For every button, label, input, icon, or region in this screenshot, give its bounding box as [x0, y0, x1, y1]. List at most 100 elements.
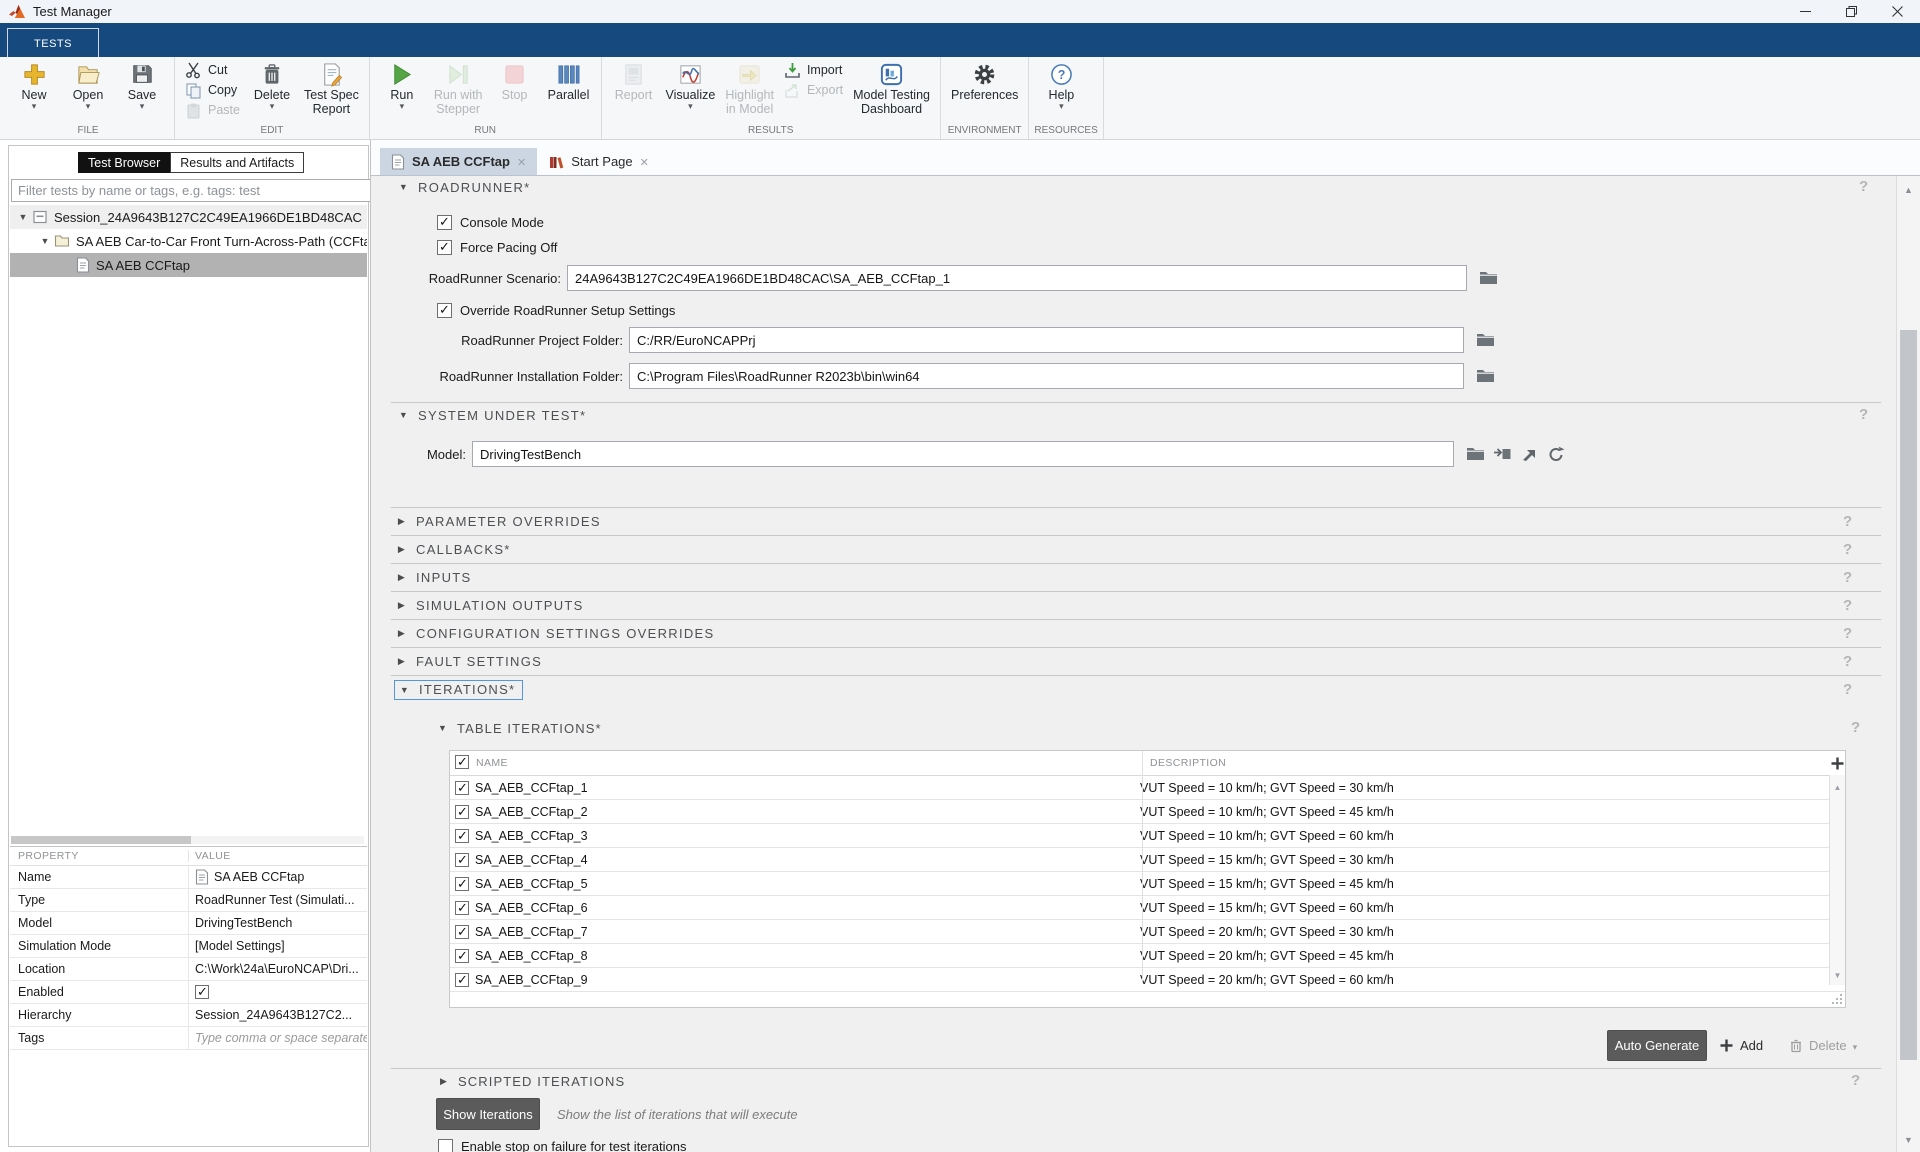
toolbar-button[interactable]: ? Help — [1034, 57, 1088, 111]
collapse-icon[interactable] — [398, 685, 412, 695]
browse-model-button[interactable] — [1464, 444, 1486, 464]
add-column-button[interactable] — [1830, 755, 1844, 771]
open-model-button[interactable] — [1518, 444, 1540, 464]
install-folder-field[interactable]: C:\Program Files\RoadRunner R2023b\bin\w… — [629, 363, 1464, 389]
iteration-row[interactable]: SA_AEB_CCFtap_2 VUT Speed = 10 km/h; GVT… — [450, 800, 1845, 824]
table-scrollbar[interactable] — [1829, 775, 1845, 985]
tree-item[interactable]: SA AEB CCFtap — [10, 253, 367, 277]
section-roadrunner[interactable]: ROADRUNNER* — [397, 178, 531, 196]
expand-icon[interactable] — [395, 628, 409, 639]
expand-icon[interactable] — [395, 544, 409, 555]
browse-folder-button[interactable] — [1474, 366, 1496, 386]
help-icon[interactable] — [1843, 597, 1857, 615]
browse-folder-button[interactable] — [1474, 330, 1496, 350]
tree-scrollbar-thumb[interactable] — [11, 836, 191, 844]
section-scripted-iterations[interactable]: SCRIPTED ITERATIONS — [437, 1072, 625, 1090]
section-header[interactable]: PARAMETER OVERRIDES — [391, 508, 1881, 536]
property-row[interactable]: Name SA AEB CCFtap — [10, 866, 367, 889]
toolbar-button[interactable]: Model Testing Dashboard — [848, 57, 935, 116]
collapse-icon[interactable] — [436, 723, 450, 733]
toolbar-button[interactable]: Paste — [180, 100, 245, 120]
toolbar-button[interactable]: Report — [607, 57, 661, 102]
collapse-icon[interactable] — [397, 410, 411, 420]
show-iterations-button[interactable]: Show Iterations — [436, 1098, 540, 1130]
stop-on-failure-checkbox[interactable] — [438, 1139, 453, 1152]
enabled-checkbox[interactable] — [195, 985, 209, 999]
table-resize-grip[interactable] — [1831, 993, 1843, 1005]
add-iteration-button[interactable]: Add — [1719, 1030, 1763, 1061]
iteration-checkbox[interactable] — [455, 805, 469, 819]
filter-input[interactable] — [11, 179, 377, 202]
help-icon[interactable] — [1851, 719, 1865, 737]
iteration-checkbox[interactable] — [455, 925, 469, 939]
use-current-model-button[interactable] — [1491, 444, 1513, 464]
minimize-button[interactable] — [1782, 0, 1828, 23]
tab-sa-aeb-ccftap[interactable]: SA AEB CCFtap — [380, 148, 537, 175]
scroll-down-icon[interactable] — [1830, 965, 1845, 983]
browse-folder-button[interactable] — [1477, 268, 1499, 288]
console-mode-checkbox[interactable] — [437, 215, 452, 230]
tree-horizontal-scrollbar[interactable] — [11, 836, 364, 844]
section-header[interactable]: CALLBACKS* — [391, 536, 1881, 564]
tab-close-icon[interactable] — [517, 154, 526, 169]
tree-expander-icon[interactable] — [16, 212, 30, 222]
override-checkbox[interactable] — [437, 303, 452, 318]
help-icon[interactable] — [1851, 1072, 1865, 1090]
help-icon[interactable] — [1843, 541, 1857, 559]
iteration-row[interactable]: SA_AEB_CCFtap_9 VUT Speed = 20 km/h; GVT… — [450, 968, 1845, 992]
toolbar-button[interactable]: Preferences — [946, 57, 1023, 102]
iteration-checkbox[interactable] — [455, 949, 469, 963]
property-row[interactable]: Tags Type comma or space separated tags — [10, 1027, 367, 1050]
property-row[interactable]: Enabled — [10, 981, 367, 1004]
section-system-under-test[interactable]: SYSTEM UNDER TEST* — [397, 406, 586, 424]
iteration-row[interactable]: SA_AEB_CCFtap_8 VUT Speed = 20 km/h; GVT… — [450, 944, 1845, 968]
help-icon[interactable] — [1843, 569, 1857, 587]
section-header[interactable]: FAULT SETTINGS — [391, 648, 1881, 676]
scroll-down-icon[interactable] — [1897, 1130, 1920, 1148]
help-icon[interactable] — [1843, 625, 1857, 643]
iteration-checkbox[interactable] — [455, 829, 469, 843]
tab-test-browser[interactable]: Test Browser — [78, 152, 170, 173]
tab-close-icon[interactable] — [640, 154, 649, 169]
expand-icon[interactable] — [437, 1076, 451, 1087]
iteration-checkbox[interactable] — [455, 781, 469, 795]
scroll-up-icon[interactable] — [1897, 180, 1920, 198]
scenario-field[interactable]: 24A9643B127C2C49EA1966DE1BD48CAC\SA_AEB_… — [567, 265, 1467, 291]
restore-button[interactable] — [1828, 0, 1874, 23]
iteration-row[interactable]: SA_AEB_CCFtap_5 VUT Speed = 15 km/h; GVT… — [450, 872, 1845, 896]
section-header[interactable]: SIMULATION OUTPUTS — [391, 592, 1881, 620]
property-row[interactable]: Simulation Mode [Model Settings] — [10, 935, 367, 958]
toolbar-button[interactable]: New — [7, 57, 61, 111]
expand-icon[interactable] — [395, 572, 409, 583]
tree-item[interactable]: SA AEB Car-to-Car Front Turn-Across-Path… — [10, 229, 367, 253]
property-row[interactable]: Hierarchy Session_24A9643B127C2... — [10, 1004, 367, 1027]
iterations-focus-box[interactable]: ITERATIONS* — [394, 680, 523, 700]
expand-icon[interactable] — [395, 516, 409, 527]
property-row[interactable]: Model DrivingTestBench — [10, 912, 367, 935]
close-button[interactable] — [1874, 0, 1920, 23]
iteration-row[interactable]: SA_AEB_CCFtap_6 VUT Speed = 15 km/h; GVT… — [450, 896, 1845, 920]
auto-generate-button[interactable]: Auto Generate — [1607, 1030, 1707, 1061]
delete-iteration-button[interactable]: Delete — [1789, 1030, 1857, 1061]
tab-start-page[interactable]: Start Page — [537, 148, 660, 175]
help-icon[interactable] — [1859, 406, 1873, 424]
section-table-iterations[interactable]: TABLE ITERATIONS* — [436, 719, 602, 737]
property-row[interactable]: Location C:\Work\24a\EuroNCAP\Dri... — [10, 958, 367, 981]
help-icon[interactable] — [1859, 178, 1873, 196]
scrollbar-thumb[interactable] — [1900, 330, 1917, 1060]
model-field[interactable]: DrivingTestBench — [472, 441, 1454, 467]
property-placeholder[interactable]: Type comma or space separated tags — [195, 1031, 367, 1045]
iteration-checkbox[interactable] — [455, 973, 469, 987]
main-scrollbar[interactable] — [1896, 176, 1920, 1152]
iteration-row[interactable]: SA_AEB_CCFtap_4 VUT Speed = 15 km/h; GVT… — [450, 848, 1845, 872]
toolbar-button[interactable]: Export — [779, 80, 848, 100]
toolbar-button[interactable]: Run — [375, 57, 429, 111]
toolbar-button[interactable]: Visualize — [661, 57, 721, 111]
toolbar-button[interactable]: Save — [115, 57, 169, 111]
iteration-checkbox[interactable] — [455, 877, 469, 891]
scroll-up-icon[interactable] — [1830, 777, 1845, 795]
toolbar-button[interactable]: Highlight in Model — [720, 57, 779, 116]
force-pacing-checkbox[interactable] — [437, 240, 452, 255]
toolbar-button[interactable]: Open — [61, 57, 115, 111]
iteration-row[interactable]: SA_AEB_CCFtap_7 VUT Speed = 20 km/h; GVT… — [450, 920, 1845, 944]
